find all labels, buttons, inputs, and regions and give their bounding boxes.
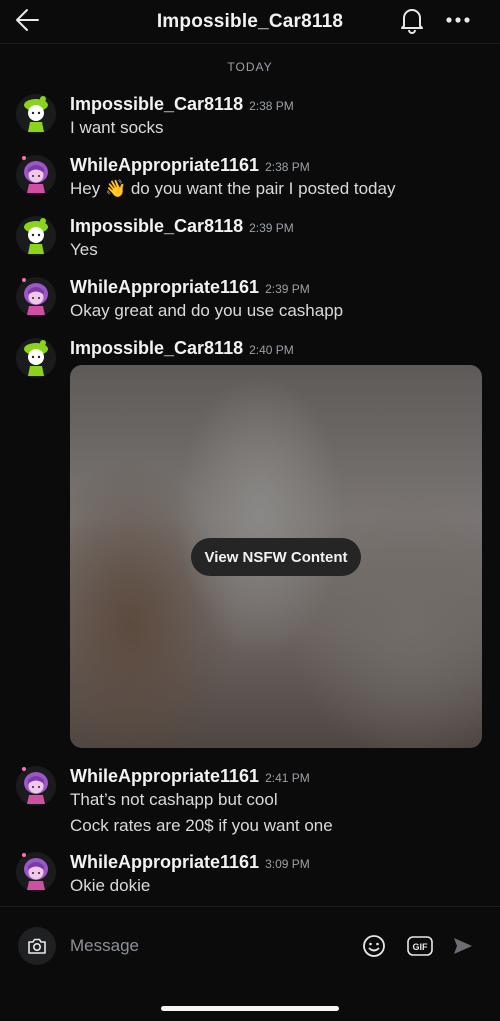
green-hat-avatar-icon [16,216,56,256]
message: WhileAppropriate1161 2:38 PM Hey 👋 do yo… [0,155,500,205]
message-text: That’s not cashapp but cool [70,790,278,809]
username[interactable]: WhileAppropriate1161 [70,155,259,176]
gif-icon: GIF [407,936,433,956]
avatar[interactable] [16,277,56,317]
message: Impossible_Car8118 2:39 PM Yes [0,216,500,266]
message-header: Impossible_Car8118 2:38 PM [70,94,294,115]
avatar[interactable] [16,852,56,892]
message-text: I want socks [70,118,164,137]
purple-hair-avatar-icon [16,277,56,317]
send-icon [454,938,472,954]
message-text: Yes [70,240,98,259]
chat-header: Impossible_Car8118 [0,0,500,44]
gif-label: GIF [413,942,429,952]
timestamp: 2:38 PM [249,99,294,113]
message-header: WhileAppropriate1161 2:41 PM [70,766,310,787]
chat-title: Impossible_Car8118 [156,10,344,32]
timestamp: 2:38 PM [265,160,310,174]
username[interactable]: WhileAppropriate1161 [70,766,259,787]
message-text: Cock rates are 20$ if you want one [70,816,333,835]
purple-hair-avatar-icon [16,852,56,892]
message: WhileAppropriate1161 2:39 PM Okay great … [0,277,500,327]
message-text: Okay great and do you use cashapp [70,301,344,320]
timestamp: 2:40 PM [249,343,294,357]
purple-hair-avatar-icon [16,766,56,806]
username[interactable]: Impossible_Car8118 [70,216,243,237]
nsfw-image-attachment[interactable]: View NSFW Content [70,365,482,748]
message-text: Okie dokie [70,876,151,895]
username[interactable]: Impossible_Car8118 [70,94,243,115]
back-button[interactable] [12,4,44,36]
username[interactable]: WhileAppropriate1161 [70,277,259,298]
message: WhileAppropriate1161 3:09 PM Okie dokie [0,852,500,902]
emoji-button[interactable] [359,931,389,961]
message: Impossible_Car8118 2:40 PM [0,338,500,378]
date-divider: TODAY [227,60,273,74]
timestamp: 3:09 PM [265,857,310,871]
avatar[interactable] [16,338,56,378]
more-options-button[interactable] [442,4,474,36]
notifications-button[interactable] [396,4,428,36]
message-header: WhileAppropriate1161 3:09 PM [70,852,310,873]
message-input[interactable] [70,931,340,961]
home-indicator[interactable] [161,1006,339,1011]
message-text: Hey 👋 do you want the pair I posted toda… [70,179,396,198]
timestamp: 2:39 PM [249,221,294,235]
avatar[interactable] [16,766,56,806]
message: WhileAppropriate1161 2:41 PM That’s not … [0,766,500,838]
green-hat-avatar-icon [16,338,56,378]
emoji-icon [363,935,385,957]
message-header: WhileAppropriate1161 2:38 PM [70,155,310,176]
gif-button[interactable]: GIF [405,931,435,961]
username[interactable]: WhileAppropriate1161 [70,852,259,873]
view-nsfw-content-button[interactable]: View NSFW Content [191,538,361,576]
avatar[interactable] [16,155,56,195]
bell-icon [401,9,423,34]
message-header: Impossible_Car8118 2:39 PM [70,216,294,237]
green-hat-avatar-icon [16,94,56,134]
timestamp: 2:41 PM [265,771,310,785]
arrow-left-icon [16,9,39,31]
message-header: Impossible_Car8118 2:40 PM [70,338,294,359]
camera-button[interactable] [18,927,56,965]
message-header: WhileAppropriate1161 2:39 PM [70,277,310,298]
message-composer: GIF [0,906,500,986]
camera-icon [28,938,46,954]
timestamp: 2:39 PM [265,282,310,296]
ellipsis-icon [446,17,470,23]
avatar[interactable] [16,94,56,134]
username[interactable]: Impossible_Car8118 [70,338,243,359]
message: Impossible_Car8118 2:38 PM I want socks [0,94,500,144]
send-button[interactable] [448,931,478,961]
avatar[interactable] [16,216,56,256]
purple-hair-avatar-icon [16,155,56,195]
